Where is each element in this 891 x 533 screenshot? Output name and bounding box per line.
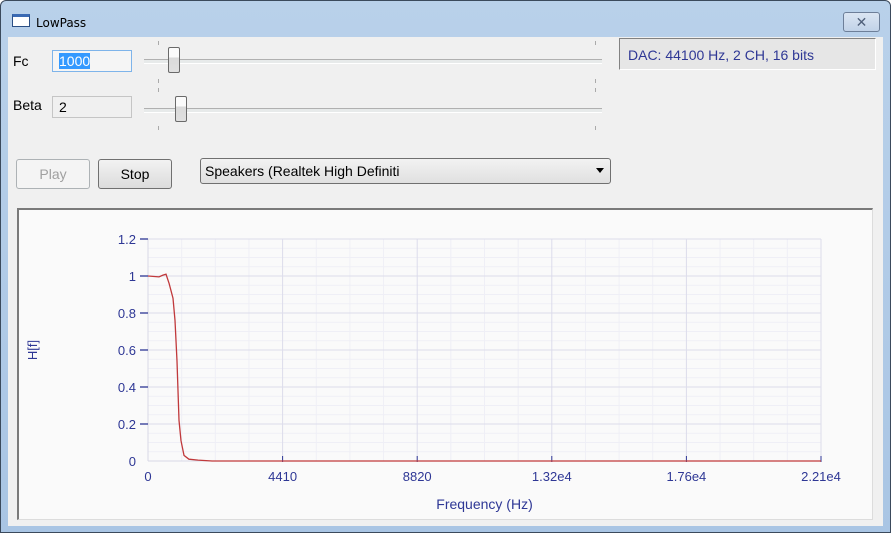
fc-label: Fc bbox=[13, 53, 29, 69]
y-tick-label: 1.2 bbox=[118, 232, 136, 247]
slider-tick bbox=[595, 88, 596, 92]
output-device-dropdown[interactable]: Speakers (Realtek High Definiti bbox=[200, 158, 611, 184]
slider-tick bbox=[595, 41, 596, 45]
x-axis-label: Frequency (Hz) bbox=[436, 496, 532, 512]
chart-svg: 0 4410 8820 1.32e4 1.76e4 2.21e4 0 0.2 0.4 0.6 0.8… bbox=[25, 232, 841, 512]
x-tick-label: 4410 bbox=[268, 469, 297, 484]
y-tick-label: 0.8 bbox=[118, 306, 136, 321]
slider-tick bbox=[595, 79, 596, 83]
y-tick-label: 0.6 bbox=[118, 343, 136, 358]
beta-slider[interactable] bbox=[144, 88, 602, 130]
x-tick-label: 8820 bbox=[403, 469, 432, 484]
fc-input[interactable]: 1000 bbox=[52, 50, 132, 72]
play-button[interactable]: Play bbox=[16, 159, 90, 189]
slider-tick bbox=[158, 79, 159, 83]
y-tick-label: 0.2 bbox=[118, 417, 136, 432]
slider-tick bbox=[595, 126, 596, 130]
dac-status-box: DAC: 44100 Hz, 2 CH, 16 bits bbox=[619, 38, 876, 70]
fc-input-value: 1000 bbox=[59, 53, 91, 69]
frequency-response-plot: 0 4410 8820 1.32e4 1.76e4 2.21e4 0 0.2 0.4 0.6 0.8… bbox=[17, 208, 873, 520]
slider-tick bbox=[158, 126, 159, 130]
y-tick-label: 0.4 bbox=[118, 380, 136, 395]
title-bar[interactable]: LowPass ✕ bbox=[1, 1, 890, 37]
beta-label: Beta bbox=[13, 97, 42, 113]
beta-input[interactable]: 2 bbox=[52, 96, 132, 118]
x-tick-label: 0 bbox=[144, 469, 151, 484]
slider-tick bbox=[158, 88, 159, 92]
fc-slider-track bbox=[144, 59, 602, 64]
beta-slider-track bbox=[144, 108, 602, 113]
y-tick-label: 0 bbox=[129, 454, 136, 469]
beta-slider-thumb[interactable] bbox=[175, 96, 187, 122]
y-tick-label: 1 bbox=[129, 269, 136, 284]
x-tick-label: 2.21e4 bbox=[801, 469, 841, 484]
x-tick-label: 1.76e4 bbox=[667, 469, 707, 484]
client-area: Fc 1000 Beta 2 DAC: 44100 Hz, 2 CH, 16 b… bbox=[8, 37, 883, 526]
fc-slider[interactable] bbox=[144, 41, 602, 83]
close-button[interactable]: ✕ bbox=[843, 12, 880, 32]
y-axis-label: H[f] bbox=[25, 340, 40, 360]
slider-tick bbox=[158, 41, 159, 45]
window-title: LowPass bbox=[36, 16, 87, 30]
chevron-down-icon[interactable] bbox=[596, 168, 604, 173]
app-window-icon bbox=[12, 14, 30, 27]
stop-button[interactable]: Stop bbox=[98, 159, 172, 189]
fc-slider-thumb[interactable] bbox=[168, 47, 180, 73]
lowpass-window: LowPass ✕ Fc 1000 Beta 2 DAC: 44100 Hz, … bbox=[0, 0, 891, 533]
output-device-selected: Speakers (Realtek High Definiti bbox=[205, 163, 400, 179]
x-tick-label: 1.32e4 bbox=[532, 469, 572, 484]
